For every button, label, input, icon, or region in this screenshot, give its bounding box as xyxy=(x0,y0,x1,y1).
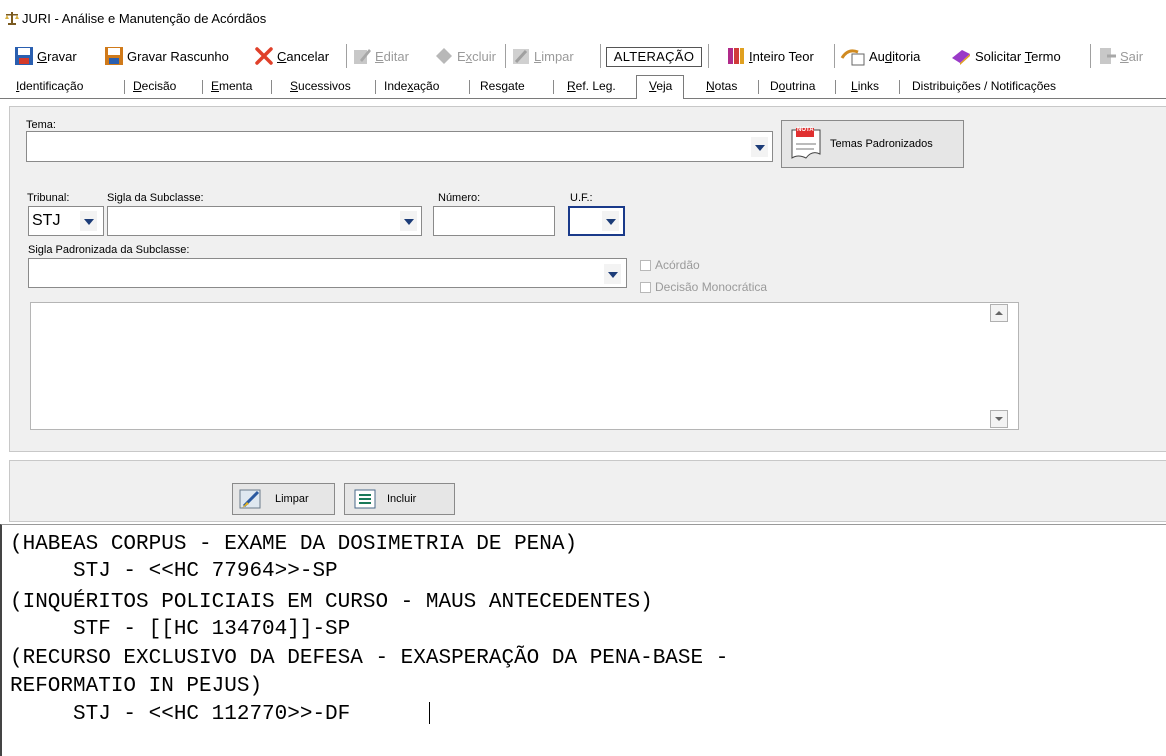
action-panel xyxy=(9,460,1166,522)
uf-label: U.F.: xyxy=(570,192,593,204)
limpar-label: Limpar xyxy=(275,493,309,505)
tribunal-label: Tribunal: xyxy=(27,192,70,204)
limpar-toolbar-button[interactable]: Limpar xyxy=(511,40,574,72)
books-icon xyxy=(728,48,744,64)
tab-separator xyxy=(758,80,759,94)
tab-ref-leg[interactable]: Ref. Leg. xyxy=(567,79,616,93)
broom-icon xyxy=(239,489,261,509)
temas-padronizados-button[interactable]: NOTA Temas Padronizados xyxy=(781,120,964,168)
tribunal-dropdown-button[interactable] xyxy=(80,211,97,231)
tab-separator xyxy=(202,80,203,94)
observacao-textarea[interactable] xyxy=(30,302,1019,430)
tab-decisao[interactable]: Decisão xyxy=(133,79,176,93)
numero-input[interactable] xyxy=(433,206,555,236)
cancelar-button[interactable]: Cancelar xyxy=(254,40,329,72)
editor-line: (HABEAS CORPUS - EXAME DA DOSIMETRIA DE … xyxy=(10,533,578,556)
sigla-subclasse-label: Sigla da Subclasse: xyxy=(107,192,204,204)
mode-indicator: ALTERAÇÃO xyxy=(606,47,702,67)
arrow-down-icon xyxy=(995,417,1003,421)
scroll-down-button[interactable] xyxy=(990,410,1008,428)
toolbar-separator xyxy=(505,44,506,68)
tema-field[interactable] xyxy=(26,131,773,162)
auditoria-button[interactable]: Auditoria xyxy=(840,40,920,72)
tab-sucessivos[interactable]: Sucessivos xyxy=(290,79,351,93)
sigla-subclasse-select[interactable] xyxy=(107,206,422,236)
tab-separator xyxy=(375,80,376,94)
close-icon xyxy=(255,47,273,65)
save-draft-icon xyxy=(105,47,123,65)
sigla-subclasse-dropdown-button[interactable] xyxy=(400,211,417,231)
arrow-up-icon xyxy=(995,311,1003,315)
edit-icon xyxy=(354,49,371,64)
inteiro-teor-button[interactable]: Inteiro Teor xyxy=(726,40,814,72)
editor-line: STJ - <<HC 77964>>-SP xyxy=(10,560,338,583)
temas-padronizados-label: Temas Padronizados xyxy=(830,138,933,150)
broom-icon xyxy=(513,49,529,64)
nota-badge: NOTA xyxy=(797,127,814,133)
editor-line: REFORMATIO IN PEJUS) xyxy=(10,675,263,698)
tema-dropdown-button[interactable] xyxy=(751,137,768,157)
tab-distribuicoes[interactable]: Distribuições / Notificações xyxy=(912,79,1056,93)
scroll-up-button[interactable] xyxy=(990,304,1008,322)
nota-icon: NOTA xyxy=(788,124,828,164)
toolbar-separator xyxy=(600,44,601,68)
acordao-checkbox[interactable] xyxy=(640,260,651,271)
solicitar-termo-button[interactable]: Solicitar Termo xyxy=(950,40,1061,72)
decisao-monocratica-checkbox[interactable] xyxy=(640,282,651,293)
list-add-icon xyxy=(354,489,376,509)
editor-line: STF - [[HC 134704]]-SP xyxy=(10,618,351,641)
window-title: JURI - Análise e Manutenção de Acórdãos xyxy=(22,11,267,26)
sair-button[interactable]: Sair xyxy=(1097,40,1143,72)
sigla-padronizada-label: Sigla Padronizada da Subclasse: xyxy=(28,244,190,256)
acordao-label: Acórdão xyxy=(655,258,700,272)
toolbar-separator xyxy=(346,44,347,68)
editor-line: (INQUÉRITOS POLICIAIS EM CURSO - MAUS AN… xyxy=(10,591,653,614)
save-icon xyxy=(15,47,33,65)
audit-icon xyxy=(840,49,865,66)
decisao-monocratica-label: Decisão Monocrática xyxy=(655,280,768,294)
book-request-icon xyxy=(952,50,970,65)
app-scales-icon xyxy=(5,12,19,25)
gravar-rascunho-button[interactable]: Gravar Rascunho xyxy=(104,40,229,72)
editor-line: (RECURSO EXCLUSIVO DA DEFESA - EXASPERAÇ… xyxy=(10,647,729,670)
numero-label: Número: xyxy=(438,192,481,204)
sigla-padronizada-dropdown-button[interactable] xyxy=(604,264,621,284)
tab-links[interactable]: Links xyxy=(851,79,879,93)
toolbar-separator xyxy=(708,44,709,68)
excluir-button[interactable]: Excluir xyxy=(434,40,496,72)
tab-separator xyxy=(469,80,470,94)
incluir-label: Incluir xyxy=(387,493,417,505)
tab-notas[interactable]: Notas xyxy=(706,79,737,93)
toolbar-separator xyxy=(834,44,835,68)
sigla-padronizada-select[interactable] xyxy=(28,258,627,288)
exit-icon xyxy=(1100,48,1116,64)
tema-label: Tema: xyxy=(26,119,56,131)
tab-separator xyxy=(899,80,900,94)
toolbar-separator xyxy=(1090,44,1091,68)
limpar-button[interactable]: Limpar xyxy=(232,483,335,515)
text-caret xyxy=(429,702,430,724)
tab-indexacao[interactable]: Indexação xyxy=(384,79,439,93)
tab-separator xyxy=(124,80,125,94)
tab-resgate[interactable]: Resgate xyxy=(480,79,525,93)
tab-veja[interactable]: Veja xyxy=(649,79,672,93)
gravar-button[interactable]: Gravar xyxy=(14,40,77,72)
tab-separator xyxy=(271,80,272,94)
tab-doutrina[interactable]: Doutrina xyxy=(770,79,815,93)
editar-button[interactable]: Editar xyxy=(352,40,409,72)
gravar-rascunho-label: Gravar Rascunho xyxy=(127,48,229,64)
tab-separator xyxy=(553,80,554,94)
tab-identificacao[interactable]: Identificação xyxy=(16,79,83,93)
delete-icon xyxy=(436,48,452,64)
tab-ementa[interactable]: Ementa xyxy=(211,79,252,93)
tab-separator xyxy=(835,80,836,94)
incluir-button[interactable]: Incluir xyxy=(344,483,455,515)
uf-dropdown-button[interactable] xyxy=(602,211,619,231)
editor-line: STJ - <<HC 112770>>-DF xyxy=(10,703,351,726)
